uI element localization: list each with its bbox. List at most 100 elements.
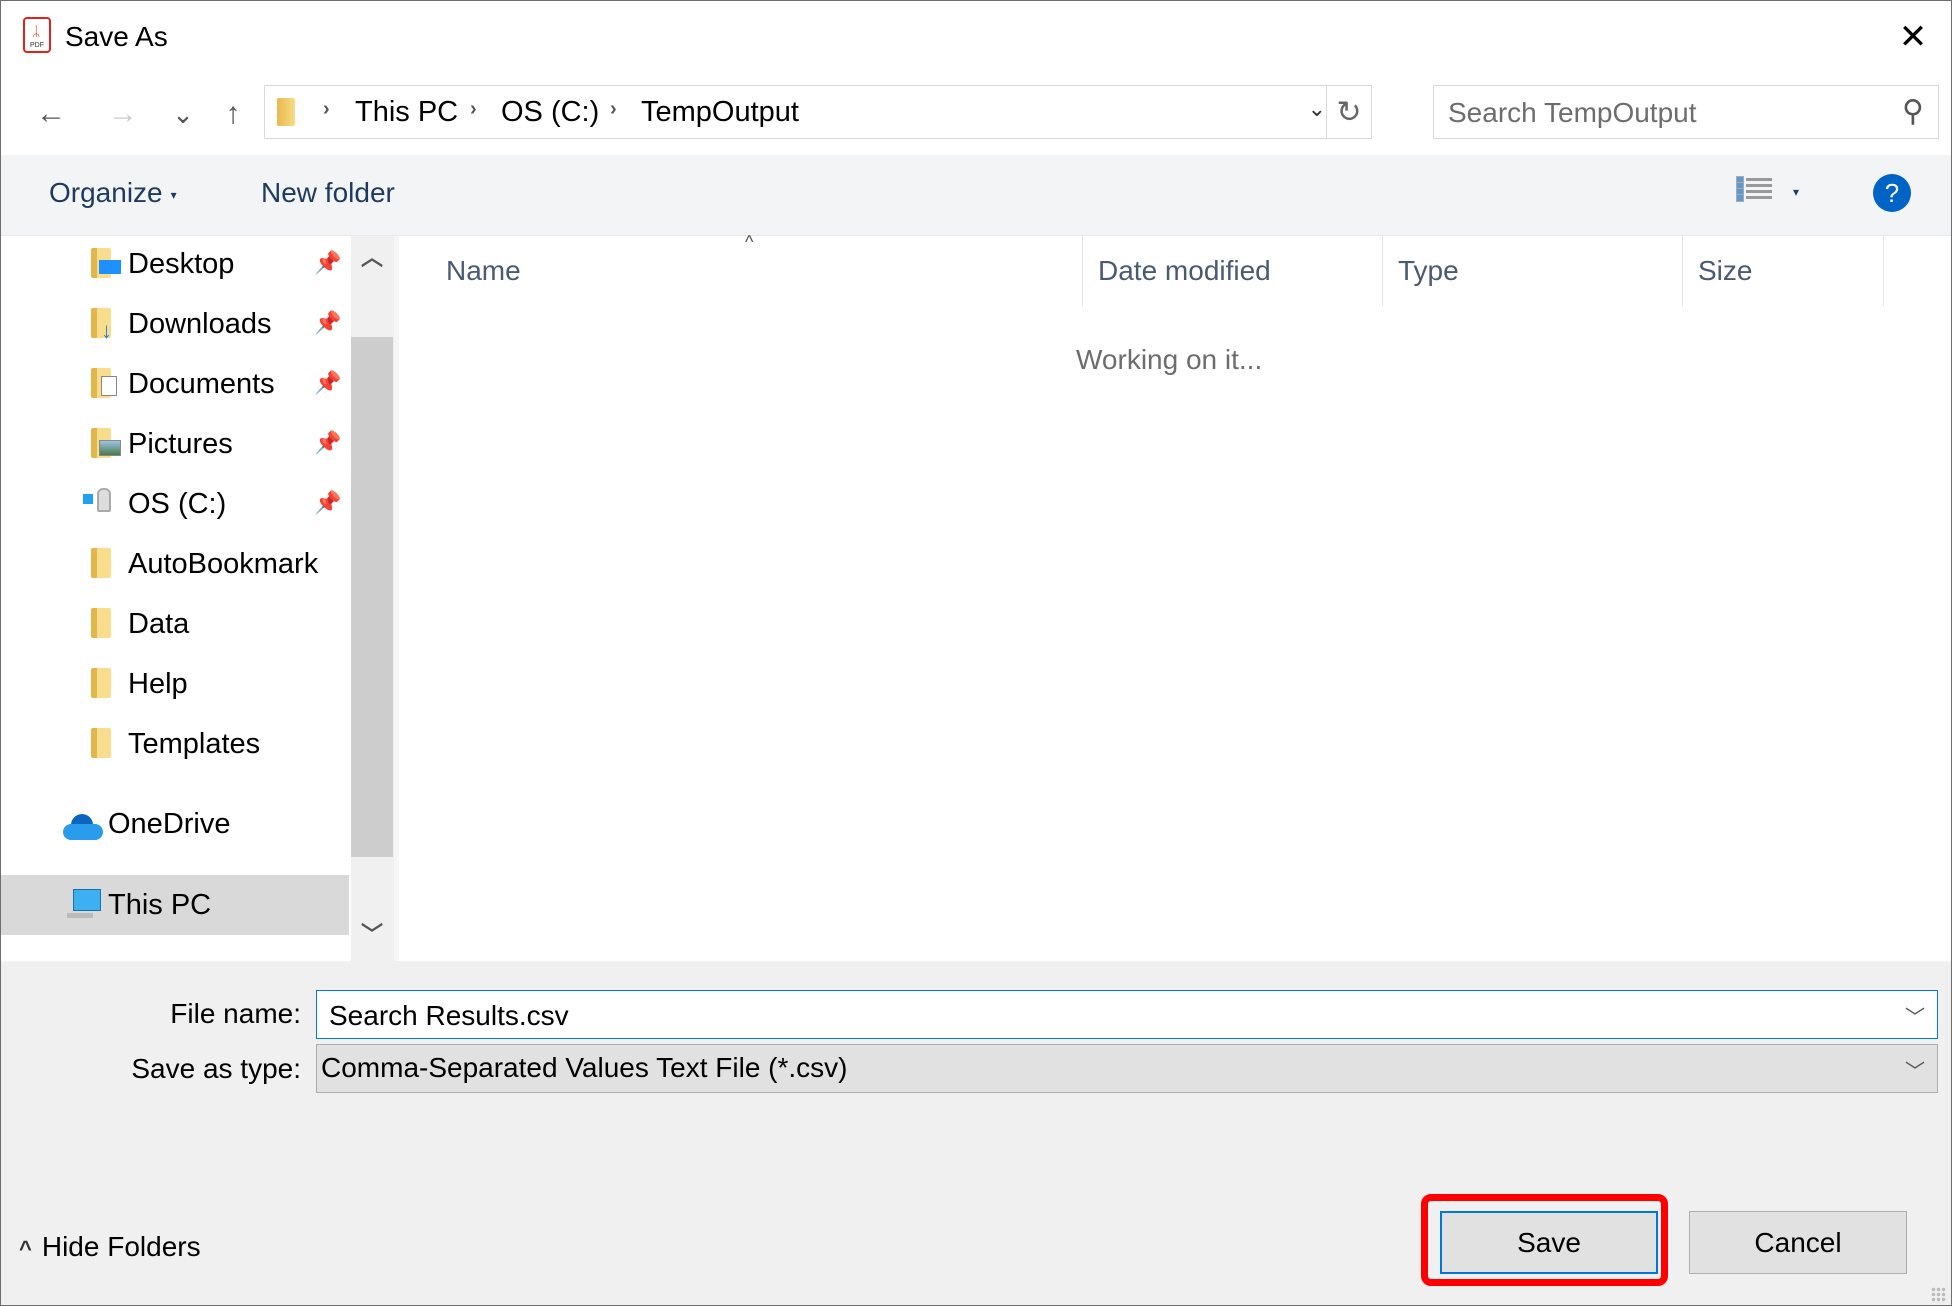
search-box[interactable]: ⚲ xyxy=(1433,85,1939,139)
sidebar-item-data[interactable]: Data xyxy=(1,596,349,654)
documents-folder-icon xyxy=(91,368,117,398)
navigation-pane: Desktop 📌 ↓ Downloads 📌 Documents 📌 Pict… xyxy=(1,236,351,961)
up-button[interactable]: ↑ xyxy=(211,91,255,137)
file-name-combobox[interactable]: ﹀ xyxy=(316,990,1938,1039)
folder-icon xyxy=(91,548,111,578)
column-header-size[interactable]: Size xyxy=(1698,246,1752,306)
refresh-icon: ↻ xyxy=(1336,95,1362,129)
arrow-right-icon: → xyxy=(108,97,138,130)
desktop-folder-icon xyxy=(91,248,121,278)
sidebar-item-label: AutoBookmark xyxy=(128,548,319,580)
navigation-pane-scrollbar[interactable]: ︿ ﹀ xyxy=(351,236,393,961)
chevron-up-icon: ^ xyxy=(19,1236,32,1261)
view-options-dropdown-icon[interactable]: ▾ xyxy=(1793,185,1799,199)
sidebar-item-label: Help xyxy=(128,668,188,700)
pdf-icon: ᛦ PDF xyxy=(23,17,51,53)
sidebar-item-desktop[interactable]: Desktop 📌 xyxy=(1,236,349,294)
save-button[interactable]: Save xyxy=(1440,1211,1658,1274)
column-divider[interactable] xyxy=(1883,236,1884,306)
acrobat-swirl-icon: ᛦ xyxy=(32,23,41,39)
folder-icon xyxy=(91,608,111,638)
organize-label: Organize xyxy=(49,177,163,208)
save-as-type-value: Comma-Separated Values Text File (*.csv) xyxy=(321,1052,848,1083)
sidebar-item-label: Desktop xyxy=(128,248,235,280)
sidebar-item-label: Downloads xyxy=(128,308,272,340)
column-divider[interactable] xyxy=(1682,236,1683,306)
sidebar-item-this-pc[interactable]: This PC xyxy=(1,875,349,935)
column-header-name[interactable]: Name xyxy=(446,246,521,306)
help-button[interactable]: ? xyxy=(1873,174,1911,212)
breadcrumb-separator-icon[interactable]: › xyxy=(610,98,617,121)
breadcrumb-this-pc[interactable]: This PC xyxy=(355,96,458,129)
file-list: ^ Name Date modified Type Size Working o… xyxy=(399,232,1951,961)
sidebar-item-documents[interactable]: Documents 📌 xyxy=(1,356,349,414)
hide-folders-label: Hide Folders xyxy=(41,1231,201,1262)
save-as-type-dropdown[interactable]: Comma-Separated Values Text File (*.csv)… xyxy=(316,1044,1938,1093)
close-button[interactable]: ✕ xyxy=(1875,1,1951,73)
sidebar-item-os-c[interactable]: OS (C:) 📌 xyxy=(1,476,349,534)
sidebar-item-label: OneDrive xyxy=(108,808,231,840)
pin-icon[interactable]: 📌 xyxy=(314,490,341,516)
new-folder-button[interactable]: New folder xyxy=(261,177,395,209)
scrollbar-thumb[interactable] xyxy=(351,337,393,857)
breadcrumb-os-c[interactable]: OS (C:) xyxy=(501,96,599,129)
sidebar-item-templates[interactable]: Templates xyxy=(1,716,349,774)
this-pc-icon xyxy=(67,889,101,921)
sidebar-item-label: OS (C:) xyxy=(128,488,227,520)
search-icon[interactable]: ⚲ xyxy=(1902,94,1924,129)
pin-icon[interactable]: 📌 xyxy=(314,310,341,336)
breadcrumb-tempoutput[interactable]: TempOutput xyxy=(641,96,799,129)
sidebar-item-downloads[interactable]: ↓ Downloads 📌 xyxy=(1,296,349,354)
close-icon: ✕ xyxy=(1898,18,1928,56)
scroll-up-button[interactable]: ︿ xyxy=(351,240,393,280)
drive-icon xyxy=(83,488,111,520)
sidebar-item-pictures[interactable]: Pictures 📌 xyxy=(1,416,349,474)
chevron-down-icon[interactable]: ﹀ xyxy=(1905,1001,1925,1030)
sidebar-item-label: Templates xyxy=(128,728,261,760)
sidebar-item-autobookmark[interactable]: AutoBookmark xyxy=(1,536,349,594)
details-view-icon[interactable] xyxy=(1736,175,1772,205)
chevron-down-icon[interactable]: ﹀ xyxy=(1905,1055,1925,1084)
resize-grip-icon[interactable] xyxy=(1931,1287,1947,1303)
organize-button[interactable]: Organize ▾ xyxy=(49,177,177,209)
sidebar-item-label: This PC xyxy=(108,889,212,921)
folder-icon xyxy=(91,668,111,698)
downloads-folder-icon: ↓ xyxy=(91,308,112,343)
caret-down-icon: ▾ xyxy=(170,187,177,202)
sidebar-item-help[interactable]: Help xyxy=(1,656,349,714)
column-header-type[interactable]: Type xyxy=(1398,246,1459,306)
pdf-icon-label: PDF xyxy=(30,42,44,49)
sidebar-item-label: Data xyxy=(128,608,190,640)
hide-folders-button[interactable]: ^ Hide Folders xyxy=(19,1231,201,1263)
refresh-button[interactable]: ↻ xyxy=(1326,86,1371,138)
sidebar-item-label: Pictures xyxy=(128,428,233,460)
file-name-input[interactable] xyxy=(327,996,1871,1036)
pictures-folder-icon xyxy=(91,428,121,458)
pin-icon[interactable]: 📌 xyxy=(314,250,341,276)
onedrive-icon xyxy=(63,814,103,840)
folder-icon xyxy=(91,728,111,758)
breadcrumb-separator-icon[interactable]: › xyxy=(323,98,330,121)
recent-locations-button[interactable]: ⌄ xyxy=(161,91,205,137)
loading-status: Working on it... xyxy=(1076,344,1263,375)
back-button[interactable]: ← xyxy=(29,91,73,137)
chevron-down-icon: ⌄ xyxy=(172,98,194,129)
cancel-button[interactable]: Cancel xyxy=(1689,1211,1907,1274)
search-input[interactable] xyxy=(1446,94,1870,132)
column-divider[interactable] xyxy=(1082,236,1083,306)
sidebar-item-onedrive[interactable]: OneDrive xyxy=(1,796,349,854)
pin-icon[interactable]: 📌 xyxy=(314,370,341,396)
address-bar[interactable]: › This PC › OS (C:) › TempOutput ⌄ ↻ xyxy=(264,85,1372,139)
arrow-left-icon: ← xyxy=(36,97,66,130)
file-name-label: File name: xyxy=(170,998,301,1029)
arrow-up-icon: ↑ xyxy=(225,97,241,130)
breadcrumb-separator-icon[interactable]: › xyxy=(470,98,477,121)
sort-ascending-icon: ^ xyxy=(745,232,754,252)
pin-icon[interactable]: 📌 xyxy=(314,430,341,456)
scroll-down-button[interactable]: ﹀ xyxy=(351,917,393,957)
column-header-date-modified[interactable]: Date modified xyxy=(1098,246,1271,306)
forward-button[interactable]: → xyxy=(101,91,145,137)
column-divider[interactable] xyxy=(1382,236,1383,306)
address-history-dropdown-icon[interactable]: ⌄ xyxy=(1308,96,1326,122)
sidebar-item-label: Documents xyxy=(128,368,275,400)
